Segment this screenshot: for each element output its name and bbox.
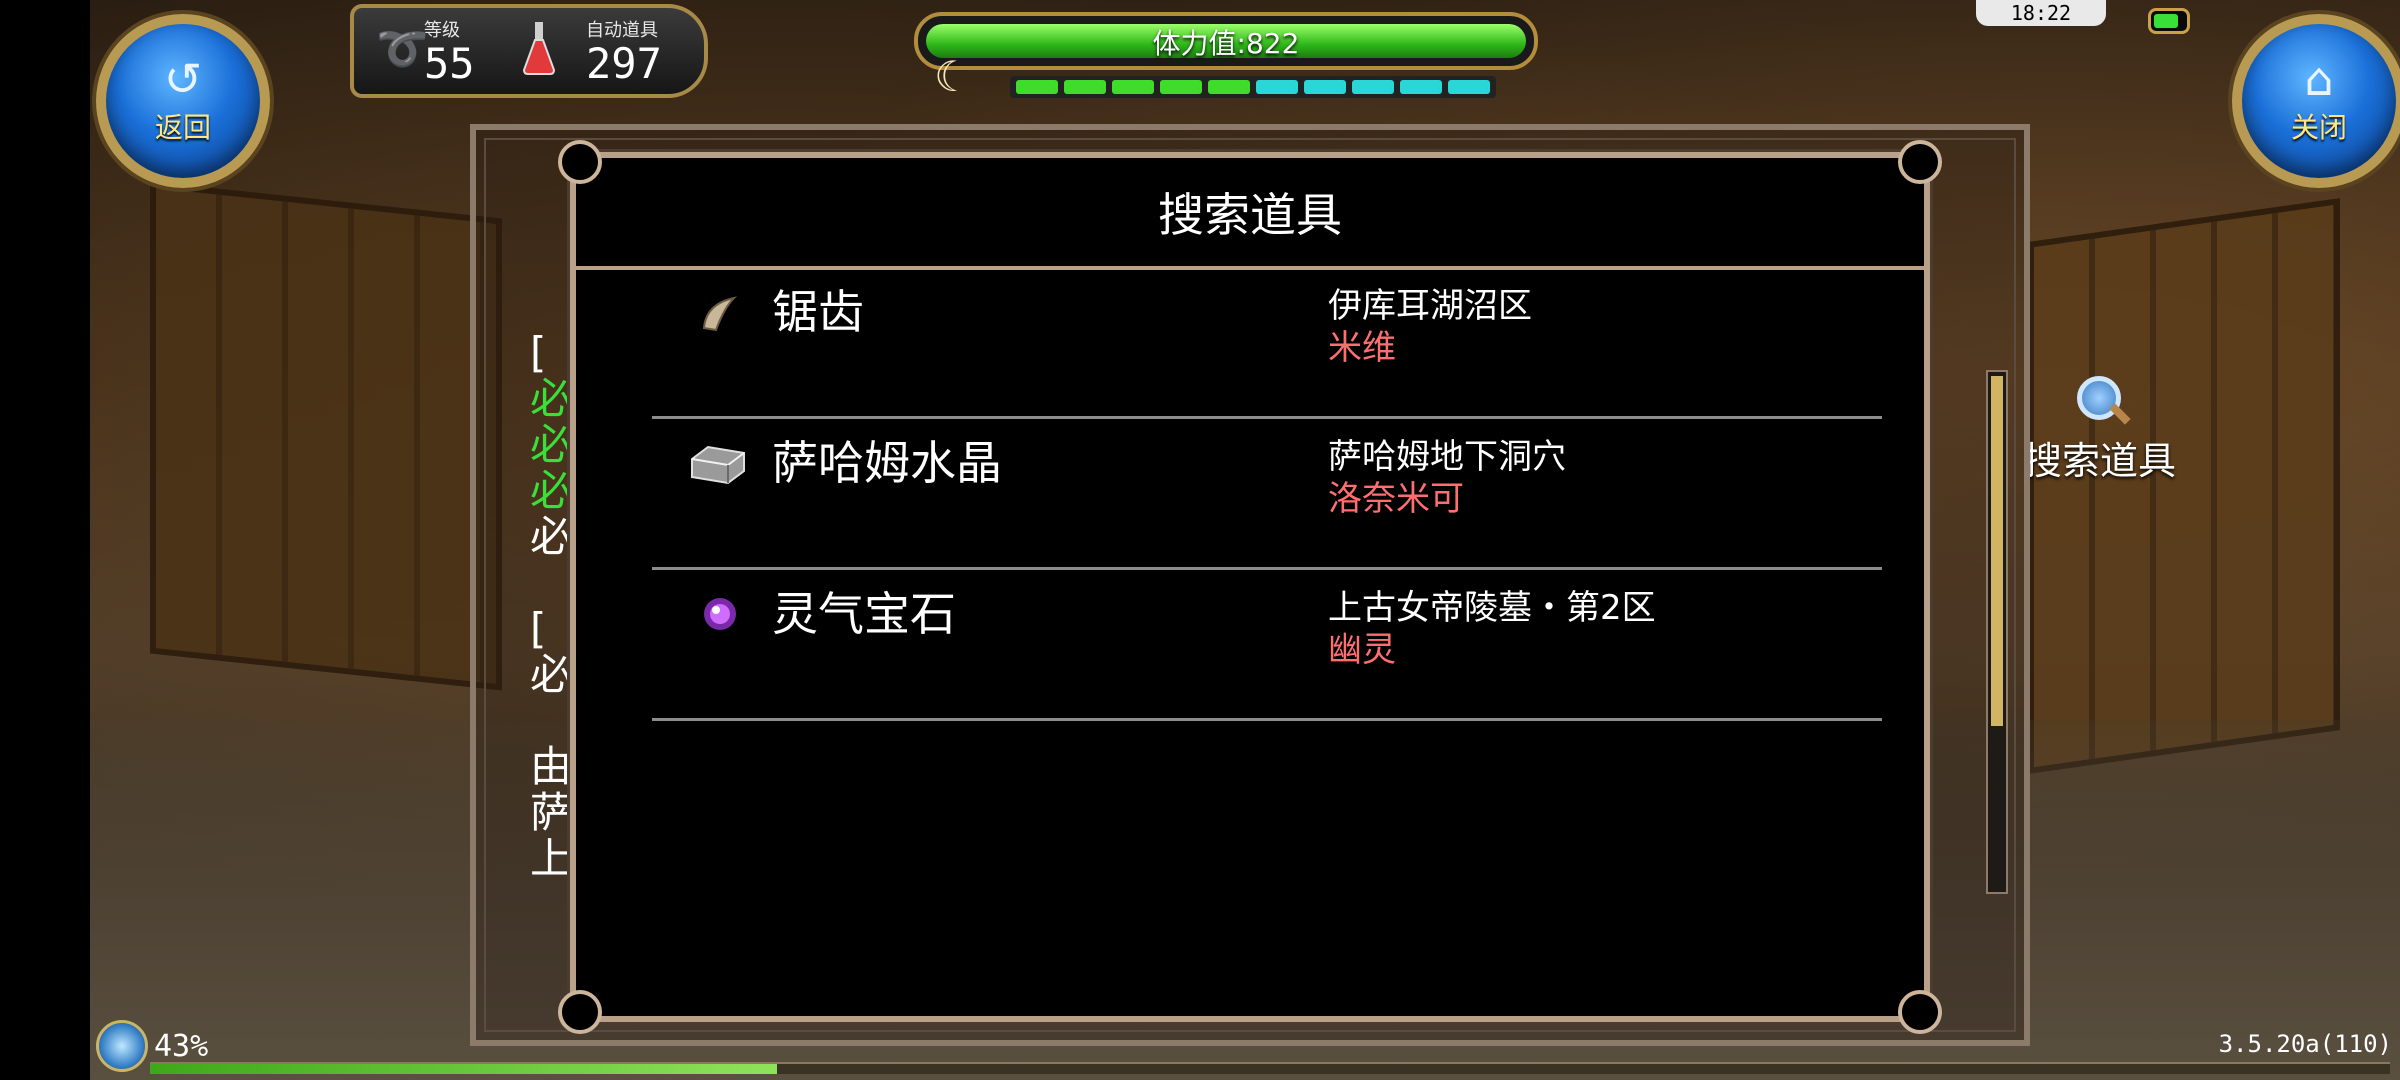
stamina-segment	[1208, 80, 1250, 94]
frame-ornament	[558, 990, 602, 1034]
stamina-segment	[1352, 80, 1394, 94]
level-stat: 等级 55	[424, 16, 475, 86]
crystal-ingot-icon	[691, 445, 745, 485]
aura-gem-icon	[704, 598, 736, 630]
background-wall-left	[150, 181, 502, 691]
item-row[interactable]: 锯齿 伊库耳湖沼区 米维	[652, 268, 1882, 419]
item-npc: 幽灵	[1328, 630, 1396, 670]
stamina-segment	[1304, 80, 1346, 94]
item-row[interactable]: 萨哈姆水晶 萨哈姆地下洞穴 洛奈米可	[652, 419, 1882, 570]
clock-time: 18:22	[2010, 1, 2072, 25]
stamina-segment	[1160, 80, 1202, 94]
potion-flask-icon	[522, 22, 556, 75]
item-name: 灵气宝石	[772, 587, 956, 641]
item-npc: 洛奈米可	[1328, 479, 1464, 519]
log-scrollbar-thumb[interactable]	[1991, 376, 2003, 726]
auto-items-stat: 自动道具 297	[586, 16, 662, 86]
experience-fill	[150, 1064, 778, 1074]
stamina-segment	[1400, 80, 1442, 94]
level-swirl-icon: ➰	[376, 24, 429, 73]
item-npc: 米维	[1328, 328, 1396, 368]
item-name: 锯齿	[772, 285, 864, 339]
magnifier-icon	[2075, 376, 2131, 426]
stamina-segment	[1112, 80, 1154, 94]
close-button[interactable]: ⌂ 关闭	[2232, 14, 2400, 188]
search-items-menu-entry[interactable]: 搜索道具	[2024, 376, 2176, 485]
back-button-label: 返回	[154, 111, 211, 144]
hp-text: 体力值:822	[1152, 27, 1300, 60]
stamina-segment	[1256, 80, 1298, 94]
level-value: 55	[424, 39, 475, 88]
version-label: 3.5.20a(110)	[2218, 1030, 2392, 1058]
item-list: 锯齿 伊库耳湖沼区 米维 萨哈姆水晶 萨哈姆地下洞穴 洛奈米可 灵气宝石 上古女…	[652, 268, 1882, 721]
panel-title: 搜索道具	[576, 158, 1924, 270]
stamina-segment	[1064, 80, 1106, 94]
return-arrow-icon: ↺	[163, 52, 203, 106]
frame-ornament	[1898, 990, 1942, 1034]
stamina-segment	[1016, 80, 1058, 94]
auto-items-value: 297	[586, 39, 662, 88]
hp-bar: 体力值:822 ☾	[914, 12, 1538, 104]
back-button[interactable]: ↺ 返回	[96, 14, 270, 188]
stamina-gauge	[1010, 76, 1496, 98]
mana-percent: 43%	[154, 1028, 209, 1064]
close-button-label: 关闭	[2290, 111, 2347, 144]
hp-frame: 体力值:822	[914, 12, 1538, 70]
log-scrollbar[interactable]	[1986, 370, 2008, 894]
home-icon: ⌂	[2304, 52, 2334, 106]
mana-orb-icon	[96, 1020, 148, 1072]
battery-icon	[2148, 8, 2190, 34]
fang-icon	[702, 296, 738, 332]
search-items-menu-label: 搜索道具	[2024, 439, 2177, 483]
experience-bar	[150, 1062, 2390, 1074]
search-items-panel: 搜索道具 锯齿 伊库耳湖沼区 米维 萨哈姆水晶 萨哈姆地下洞穴 洛奈米可 灵气宝…	[558, 140, 1942, 1034]
item-row[interactable]: 灵气宝石 上古女帝陵墓・第2区 幽灵	[652, 570, 1882, 721]
player-stats-plate: ➰ 等级 55 自动道具 297	[350, 4, 708, 98]
crescent-moon-icon: ☾	[934, 52, 972, 101]
clock: 18:22	[1976, 0, 2106, 26]
stamina-segment	[1448, 80, 1490, 94]
item-name: 萨哈姆水晶	[772, 436, 1002, 490]
background-wall-right	[2028, 198, 2340, 774]
